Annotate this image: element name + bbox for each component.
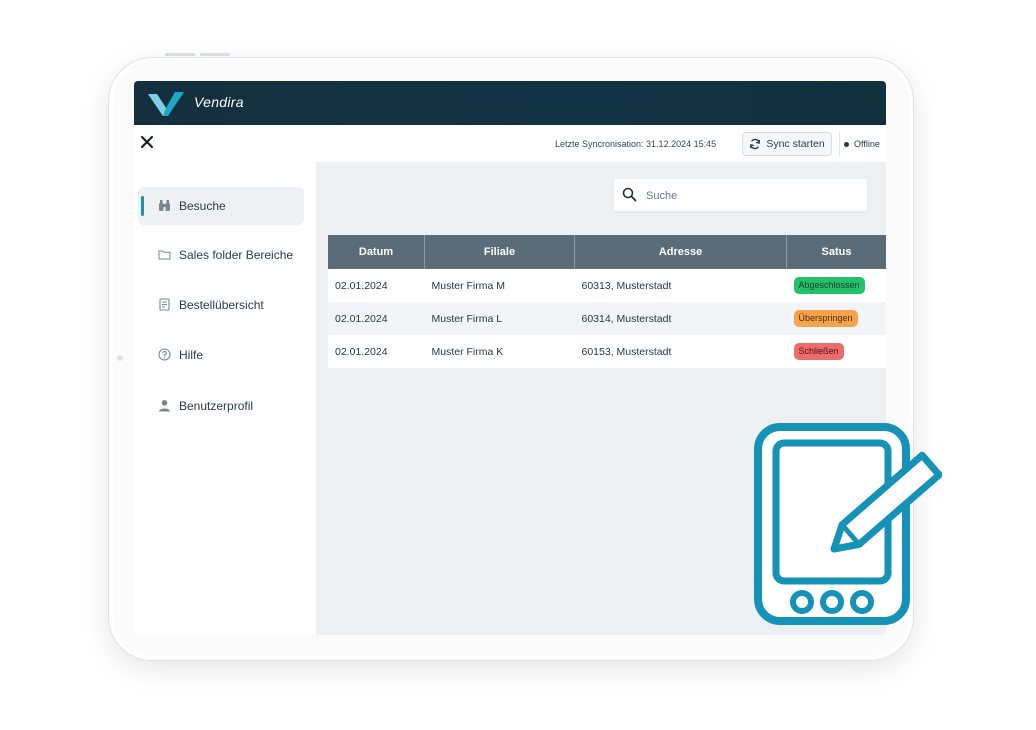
help-icon <box>158 348 171 361</box>
table-row[interactable]: 02.01.2024 Muster Firma L 60314, Musters… <box>328 302 886 335</box>
sidebar-item-label: Besuche <box>179 199 226 213</box>
sidebar-item-besuche[interactable]: Besuche <box>138 187 304 225</box>
sync-start-button[interactable]: Sync starten <box>742 132 832 156</box>
sidebar-item-label: Sales folder Bereiche <box>179 248 294 262</box>
cell-adresse: 60153, Musterstadt <box>574 335 787 368</box>
column-header-status[interactable]: Satus <box>786 235 886 269</box>
binoculars-icon <box>159 200 170 211</box>
sidebar-item-sales-folder[interactable]: Sales folder Bereiche <box>138 236 304 274</box>
close-icon[interactable] <box>140 135 154 149</box>
column-header-datum[interactable]: Datum <box>328 235 425 269</box>
brand-name: Vendira <box>194 94 244 110</box>
sidebar-item-label: Bestellübersicht <box>179 298 264 312</box>
cell-datum: 02.01.2024 <box>328 335 425 368</box>
table-header-row: Datum Filiale Adresse Satus <box>328 235 886 269</box>
column-header-adresse[interactable]: Adresse <box>574 235 787 269</box>
cell-status: Schließen <box>786 335 886 368</box>
cell-filiale: Muster Firma L <box>424 302 575 335</box>
cell-status: Abgeschlossen <box>786 269 886 302</box>
book-icon <box>159 298 170 311</box>
status-badge: Überspringen <box>793 310 858 327</box>
vendira-logo-icon <box>148 92 184 116</box>
sync-icon <box>750 138 761 150</box>
cell-adresse: 60314, Musterstadt <box>574 302 787 335</box>
sidebar-item-hilfe[interactable]: Hilfe <box>138 336 304 374</box>
status-label: Offline <box>854 139 880 149</box>
cell-adresse: 60313, Musterstadt <box>574 269 787 302</box>
cell-datum: 02.01.2024 <box>328 302 425 335</box>
cell-filiale: Muster Firma K <box>424 335 575 368</box>
search-box <box>614 179 867 213</box>
search-icon <box>622 187 637 202</box>
status-badge: Schließen <box>793 343 844 360</box>
cell-filiale: Muster Firma M <box>424 269 575 302</box>
tablet-pen-icon <box>754 423 942 625</box>
folder-icon <box>158 250 171 260</box>
device-camera <box>117 355 123 361</box>
active-indicator <box>141 196 144 216</box>
table-row[interactable]: 02.01.2024 Muster Firma M 60313, Musters… <box>328 269 886 302</box>
sidebar-item-label: Hilfe <box>179 348 204 362</box>
status-badge: Abgeschlossen <box>793 277 865 294</box>
cell-status: Überspringen <box>786 302 886 335</box>
sidebar-item-bestelluebersicht[interactable]: Bestellübersicht <box>138 286 304 324</box>
sidebar-item-label: Benutzerprofil <box>179 399 254 413</box>
sync-start-label: Sync starten <box>766 138 825 150</box>
search-input[interactable] <box>644 179 863 213</box>
device-button <box>165 53 195 56</box>
visits-table: Datum Filiale Adresse Satus 02.01.2024 M… <box>328 235 886 368</box>
sidebar-item-benutzerprofil[interactable]: Benutzerprofil <box>138 387 304 425</box>
cell-datum: 02.01.2024 <box>328 269 425 302</box>
last-sync-info: Letzte Syncronisation: 31.12.2024 15:45 <box>555 139 717 149</box>
status-dot-icon <box>844 141 849 147</box>
user-icon <box>159 400 170 412</box>
app-header: Vendira <box>134 81 886 125</box>
top-bar: Letzte Syncronisation: 31.12.2024 15:45 … <box>134 125 886 162</box>
column-header-filiale[interactable]: Filiale <box>424 235 575 269</box>
device-button <box>200 53 230 56</box>
connection-status: Offline <box>839 132 880 156</box>
sidebar: Besuche Sales folder Bereiche Bestellübe… <box>134 162 316 635</box>
table-row[interactable]: 02.01.2024 Muster Firma K 60153, Musters… <box>328 335 886 368</box>
